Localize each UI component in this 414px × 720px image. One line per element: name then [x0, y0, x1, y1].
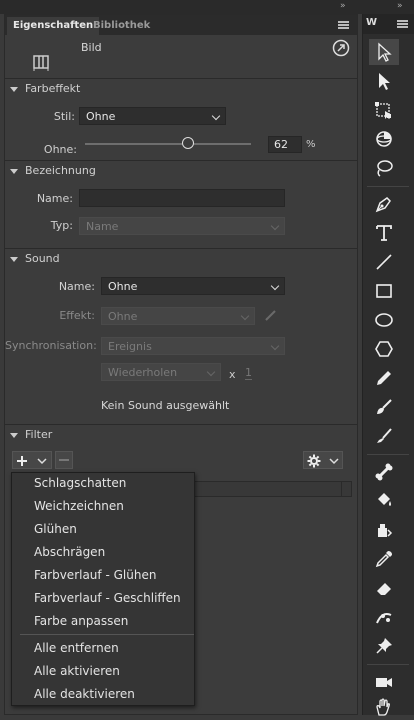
- pen-tool-icon[interactable]: [369, 191, 399, 217]
- tools-panel: W: [362, 14, 414, 716]
- pencil-tool-icon[interactable]: [369, 365, 399, 391]
- menu-item-adjust-color[interactable]: Farbe anpassen: [34, 614, 128, 628]
- bitmap-icon: [31, 52, 51, 74]
- menu-item-gradient-glow[interactable]: Farbverlauf - Glühen: [34, 568, 156, 582]
- times-symbol: x: [229, 368, 236, 381]
- camera-tool-icon[interactable]: [369, 669, 399, 695]
- sync-value: Ereignis: [108, 340, 152, 353]
- section-title: Bezeichnung: [25, 164, 96, 177]
- filter-menu: Schlagschatten Weichzeichnen Glühen Absc…: [11, 472, 195, 706]
- sync-dropdown[interactable]: Ereignis: [101, 337, 285, 355]
- add-filter-button[interactable]: [12, 451, 52, 469]
- menu-item-drop-shadow[interactable]: Schlagschatten: [34, 476, 126, 490]
- collapse-panel-icon[interactable]: »: [340, 1, 345, 11]
- section-title: Farbeffekt: [25, 82, 81, 95]
- rectangle-tool-icon[interactable]: [369, 278, 399, 304]
- eyedropper-tool-icon[interactable]: [369, 546, 399, 572]
- plus-icon: [17, 456, 27, 466]
- tools-divider: [367, 186, 409, 187]
- menu-item-glow[interactable]: Glühen: [34, 522, 77, 536]
- amount-unit: %: [306, 139, 316, 150]
- sync-label: Synchronisation:: [5, 339, 97, 352]
- chevron-down-icon: [329, 458, 339, 465]
- repeat-count-input[interactable]: 1: [245, 366, 252, 380]
- menu-item-enable-all[interactable]: Alle aktivieren: [34, 664, 120, 678]
- gear-icon: [307, 454, 321, 468]
- top-strip: » »: [0, 0, 414, 14]
- amount-slider-thumb[interactable]: [181, 137, 194, 149]
- text-tool-icon[interactable]: [369, 220, 399, 246]
- bone-tool-icon[interactable]: [369, 459, 399, 485]
- style-label: Stil:: [53, 110, 75, 123]
- remove-filter-button[interactable]: [55, 451, 73, 469]
- selection-tool-icon[interactable]: [369, 39, 399, 65]
- open-help-icon[interactable]: [332, 39, 350, 57]
- brush-tool-icon[interactable]: [369, 423, 399, 449]
- tools-menu-icon[interactable]: [397, 20, 408, 28]
- collapse-tools-icon[interactable]: »: [397, 1, 402, 11]
- amount-slider-track[interactable]: [85, 143, 251, 145]
- menu-item-bevel[interactable]: Abschrägen: [34, 545, 105, 559]
- effect-value: Ohne: [108, 310, 138, 323]
- paint-brush-tool-icon[interactable]: [369, 394, 399, 420]
- tools-tab-label[interactable]: W: [366, 17, 377, 28]
- oval-tool-icon[interactable]: [369, 307, 399, 333]
- subselection-tool-icon[interactable]: [369, 68, 399, 94]
- section-title: Sound: [25, 252, 60, 265]
- repeat-value: Wiederholen: [108, 366, 178, 379]
- amount-input[interactable]: 62: [268, 136, 302, 153]
- sound-status-text: Kein Sound ausgewählt: [101, 399, 230, 412]
- repeat-dropdown[interactable]: Wiederholen: [101, 363, 221, 381]
- polystar-tool-icon[interactable]: [369, 336, 399, 362]
- filter-options-button[interactable]: [303, 451, 343, 469]
- effect-dropdown[interactable]: Ohne: [101, 307, 255, 325]
- section-color-effect[interactable]: Farbeffekt: [5, 79, 357, 99]
- paint-bucket-tool-icon[interactable]: [369, 488, 399, 514]
- eraser-tool-icon[interactable]: [369, 575, 399, 601]
- menu-separator: [20, 634, 194, 635]
- section-sound[interactable]: Sound: [5, 249, 357, 269]
- type-dropdown[interactable]: Name: [79, 217, 285, 235]
- minus-icon: [59, 459, 69, 461]
- type-label: Typ:: [50, 219, 73, 232]
- edit-pencil-icon[interactable]: [264, 308, 278, 322]
- menu-item-remove-all[interactable]: Alle entfernen: [34, 641, 119, 655]
- type-value: Name: [86, 220, 119, 233]
- section-filter[interactable]: Filter: [5, 425, 357, 445]
- instance-name-input[interactable]: [79, 189, 285, 207]
- section-title: Filter: [25, 428, 53, 441]
- hand-tool-icon[interactable]: [369, 694, 399, 720]
- section-naming[interactable]: Bezeichnung: [5, 161, 357, 181]
- lasso-tool-icon[interactable]: [369, 155, 399, 181]
- amount-label: Ohne:: [43, 143, 77, 156]
- tools-divider: [367, 454, 409, 455]
- tab-bar: Eigenschaften Bibliothek: [5, 15, 357, 35]
- free-transform-tool-icon[interactable]: [369, 97, 399, 123]
- pin-tool-icon[interactable]: [369, 633, 399, 659]
- chevron-down-icon: [37, 458, 47, 465]
- menu-item-blur[interactable]: Weichzeichnen: [34, 499, 124, 513]
- effect-label: Effekt:: [59, 309, 95, 322]
- 3d-rotation-tool-icon[interactable]: [369, 126, 399, 152]
- sound-name-value: Ohne: [108, 280, 138, 293]
- menu-item-disable-all[interactable]: Alle deaktivieren: [34, 687, 135, 701]
- tools-header: W: [363, 14, 414, 34]
- sound-name-dropdown[interactable]: Ohne: [101, 277, 285, 295]
- name-label: Name:: [36, 192, 73, 205]
- ink-bottle-tool-icon[interactable]: [369, 517, 399, 543]
- sound-name-label: Name:: [58, 280, 95, 293]
- panel-menu-icon[interactable]: [338, 21, 349, 29]
- tools-divider: [367, 664, 409, 665]
- tab-properties[interactable]: Eigenschaften: [7, 17, 100, 35]
- tab-library[interactable]: Bibliothek: [87, 17, 156, 35]
- width-tool-icon[interactable]: [369, 604, 399, 630]
- instance-type-label: Bild: [81, 41, 102, 54]
- line-tool-icon[interactable]: [369, 249, 399, 275]
- style-value: Ohne: [86, 110, 116, 123]
- style-dropdown[interactable]: Ohne: [79, 107, 226, 125]
- menu-item-gradient-bevel[interactable]: Farbverlauf - Geschliffen: [34, 591, 181, 605]
